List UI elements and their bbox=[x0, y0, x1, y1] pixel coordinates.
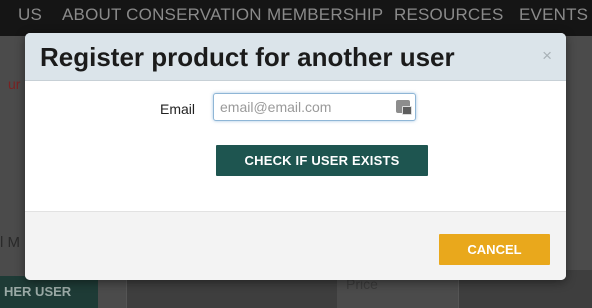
nav-item-us[interactable]: US bbox=[18, 5, 42, 25]
close-icon[interactable]: × bbox=[542, 46, 552, 66]
email-label: Email bbox=[160, 101, 196, 117]
background-label-fragment: l M bbox=[0, 234, 20, 251]
cancel-button[interactable]: CANCEL bbox=[439, 234, 550, 265]
background-red-text: ur bbox=[8, 76, 21, 92]
modal-header: Register product for another user × bbox=[25, 33, 566, 81]
nav-item-resources[interactable]: RESOURCES bbox=[394, 5, 504, 25]
autofill-key-icon[interactable] bbox=[396, 100, 412, 115]
nav-item-about-conservation[interactable]: ABOUT CONSERVATION bbox=[62, 5, 262, 25]
check-if-user-exists-button[interactable]: CHECK IF USER EXISTS bbox=[216, 145, 428, 176]
modal-title: Register product for another user bbox=[40, 42, 455, 72]
nav-item-membership[interactable]: MEMBERSHIP bbox=[267, 5, 383, 25]
modal-footer: CANCEL bbox=[25, 211, 566, 280]
email-field[interactable] bbox=[213, 93, 416, 121]
background-nav-bar: US ABOUT CONSERVATION MEMBERSHIP RESOURC… bbox=[0, 0, 592, 36]
nav-item-events[interactable]: EVENTS bbox=[519, 5, 588, 25]
register-product-modal: Register product for another user × Emai… bbox=[25, 33, 566, 280]
modal-body: Email CHECK IF USER EXISTS bbox=[25, 81, 566, 211]
background-register-other-user-button[interactable]: HER USER bbox=[0, 276, 98, 308]
